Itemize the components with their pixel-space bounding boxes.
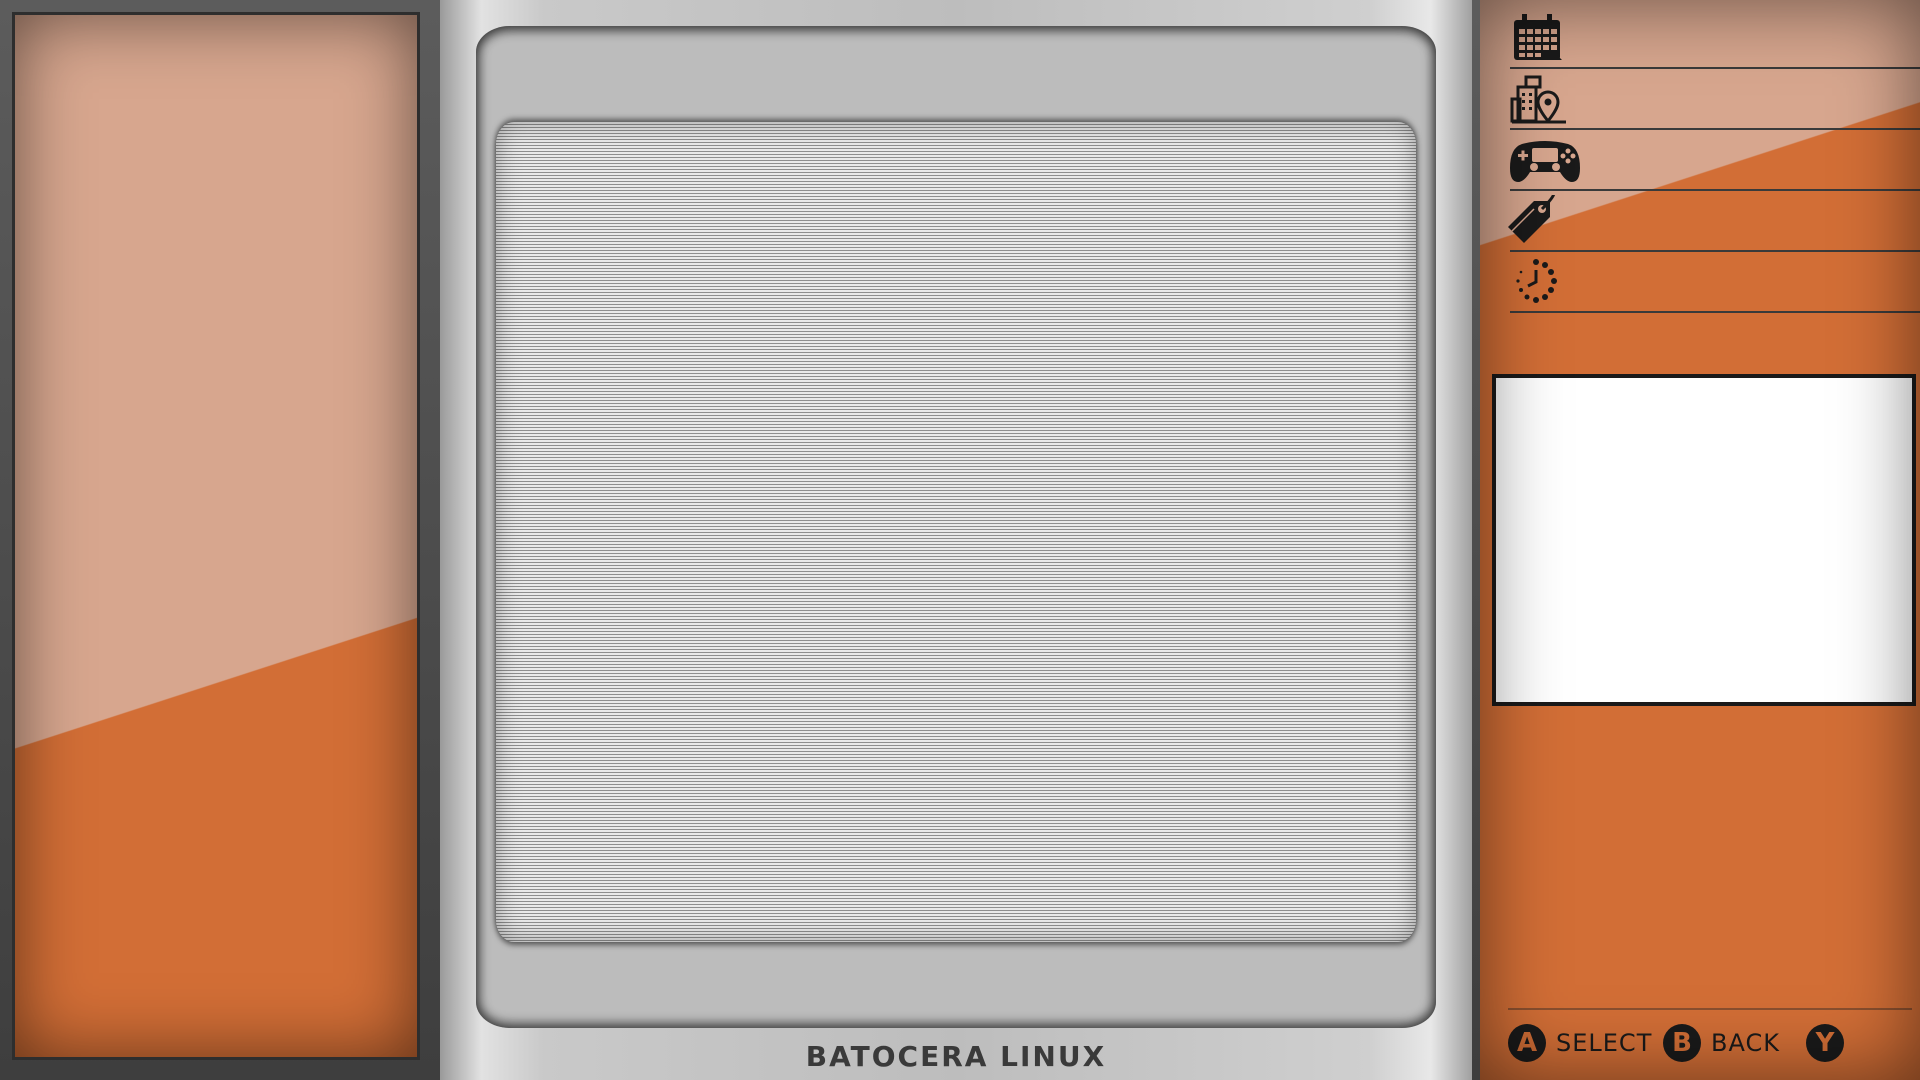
metadata-row-genre <box>1508 191 1920 252</box>
help-bar: A SELECT B BACK Y <box>1508 1022 1918 1064</box>
metadata-row-developer <box>1510 69 1920 130</box>
help-back[interactable]: B BACK <box>1663 1022 1780 1064</box>
help-select-label: SELECT <box>1556 1029 1653 1057</box>
a-button-icon: A <box>1508 1024 1546 1062</box>
game-image-preview <box>1492 374 1916 706</box>
game-list-frame[interactable] <box>12 12 420 1060</box>
tv-bezel <box>476 26 1436 1028</box>
b-button-icon: B <box>1663 1024 1701 1062</box>
y-button-icon: Y <box>1806 1024 1844 1062</box>
metadata-row-players <box>1510 130 1920 191</box>
help-divider <box>1508 1008 1912 1010</box>
right-panel: A SELECT B BACK Y <box>1472 0 1920 1080</box>
calendar-icon <box>1514 14 1562 60</box>
developer-location-icon <box>1510 75 1566 124</box>
help-back-label: BACK <box>1711 1029 1780 1057</box>
gamepad-icon <box>1510 141 1580 182</box>
help-y[interactable]: Y <box>1806 1022 1854 1064</box>
help-select[interactable]: A SELECT <box>1508 1022 1652 1064</box>
game-list-screen: BATOCERA LINUX A SELECT B BACK Y <box>0 0 1920 1080</box>
video-preview-screen <box>496 122 1416 942</box>
metadata-panel-background: A SELECT B BACK Y <box>1480 0 1920 1080</box>
metadata-row-last-played <box>1510 252 1920 313</box>
metadata-list <box>1508 8 1920 313</box>
left-panel <box>0 0 440 1080</box>
last-played-clock-icon <box>1516 259 1557 303</box>
metadata-row-release-date <box>1510 8 1920 69</box>
tv-frame: BATOCERA LINUX <box>440 0 1472 1080</box>
genre-tag-icon <box>1508 195 1556 243</box>
tv-brand-label: BATOCERA LINUX <box>805 1040 1107 1073</box>
